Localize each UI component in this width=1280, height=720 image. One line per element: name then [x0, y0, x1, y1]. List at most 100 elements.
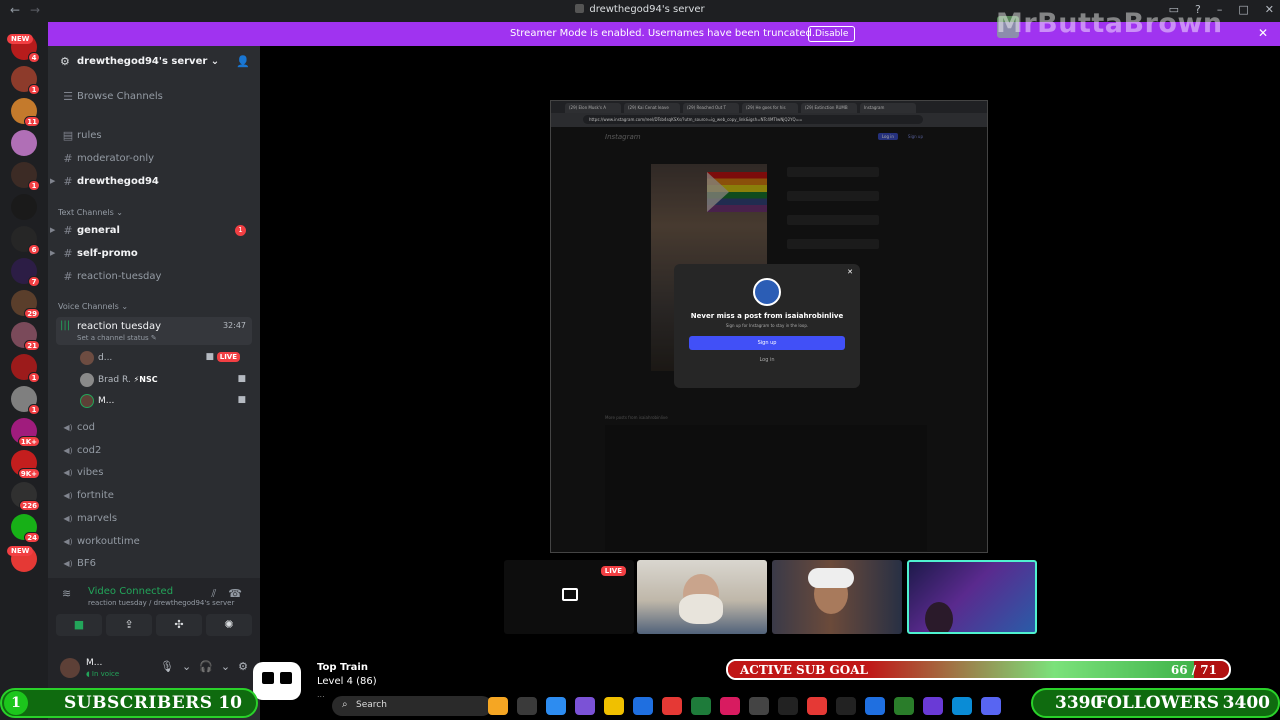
- chevron-down-icon[interactable]: ⌄: [221, 660, 230, 673]
- channel-label: moderator-only: [77, 153, 155, 164]
- server-icon[interactable]: NEW: [7, 546, 37, 572]
- server-icon[interactable]: [11, 194, 37, 220]
- text-channels-category[interactable]: Text Channels ⌄: [58, 208, 123, 217]
- voice-channel-item[interactable]: ◀) cod2: [56, 441, 252, 461]
- server-header[interactable]: ⚙ drewthegod94's server ⌄ 👤: [48, 46, 260, 78]
- taskbar-app-icon[interactable]: [517, 697, 537, 715]
- taskbar-app-icon[interactable]: [894, 697, 914, 715]
- screen: ← → drewthegod94's server ▭ ? – □ ✕ NEW 4…: [0, 0, 1280, 720]
- browser-tabs: (29) Elon Musk's A (29) Kai Cenat leave (2…: [551, 101, 987, 113]
- server-icon[interactable]: NEW 4: [7, 34, 40, 63]
- disable-streamer-mode-button[interactable]: Disable: [808, 26, 856, 42]
- top-train-icon: [253, 662, 301, 700]
- taskbar-app-icon[interactable]: [662, 697, 682, 715]
- channel-label: cod: [77, 422, 95, 433]
- browse-channels[interactable]: ☰ Browse Channels: [56, 87, 252, 107]
- soundboard-button[interactable]: ✺: [206, 614, 252, 636]
- server-icon[interactable]: 1: [11, 66, 40, 95]
- participant-tile[interactable]: [772, 560, 902, 634]
- participant-tile[interactable]: [637, 560, 767, 634]
- server-icon[interactable]: 7: [11, 258, 40, 287]
- mention-badge: 226: [19, 500, 40, 511]
- mention-badge: 24: [24, 532, 40, 543]
- server-icon[interactable]: 226: [11, 482, 40, 511]
- close-banner-icon[interactable]: ✕: [1258, 26, 1268, 40]
- stream-view[interactable]: (29) Elon Musk's A (29) Kai Cenat leave (2…: [550, 100, 988, 553]
- taskbar-app-icon[interactable]: [691, 697, 711, 715]
- voice-channel-item[interactable]: ◀) vibes: [56, 463, 252, 483]
- voice-member[interactable]: d... ■ LIVE: [80, 349, 252, 367]
- channel-label: cod2: [77, 444, 102, 456]
- server-settings-icon[interactable]: ⚙: [60, 55, 70, 68]
- taskbar-app-icon[interactable]: [575, 697, 595, 715]
- server-icon[interactable]: 1: [11, 354, 40, 383]
- browser-tab: (29) Reached Out T: [683, 103, 739, 113]
- voice-member[interactable]: M... ■: [80, 392, 252, 410]
- server-icon[interactable]: 1: [11, 386, 40, 415]
- disconnect-icon[interactable]: ☎: [228, 587, 242, 601]
- live-badge: LIVE: [216, 352, 240, 362]
- invite-icon[interactable]: 👤: [236, 55, 250, 68]
- taskbar-app-icon[interactable]: [952, 697, 972, 715]
- server-icon[interactable]: 6: [11, 226, 40, 255]
- voice-member[interactable]: Brad R. ⚡NSC ■: [80, 371, 252, 389]
- maximize-icon[interactable]: □: [1238, 3, 1248, 16]
- server-icon[interactable]: [11, 130, 37, 156]
- microphone-icon[interactable]: 🎙: [160, 660, 174, 673]
- noise-suppression-icon[interactable]: ⫽: [211, 587, 216, 601]
- taskbar-app-icon[interactable]: [749, 697, 769, 715]
- server-icon[interactable]: 24: [11, 514, 40, 543]
- channel-label: fortnite: [77, 490, 114, 502]
- chevron-down-icon[interactable]: ⌄: [182, 660, 191, 673]
- taskbar-app-icon[interactable]: [778, 697, 798, 715]
- taskbar-app-icon[interactable]: [488, 697, 508, 715]
- channel-item[interactable]: ▶ # self-promo: [50, 244, 252, 264]
- voice-channel-item[interactable]: ◀) workouttime: [56, 532, 252, 552]
- taskbar-app-icon[interactable]: [865, 697, 885, 715]
- connection-signal-icon[interactable]: ≋: [62, 587, 71, 600]
- close-window-icon[interactable]: ✕: [1265, 3, 1274, 16]
- taskbar-app-icon[interactable]: [546, 697, 566, 715]
- voice-channel-item[interactable]: ◀) cod: [56, 418, 252, 438]
- participant-tile-active[interactable]: [907, 560, 1037, 634]
- taskbar-app-icon[interactable]: [981, 697, 1001, 715]
- headphones-icon[interactable]: 🎧: [199, 660, 213, 673]
- channel-label: workouttime: [77, 535, 140, 547]
- channel-item[interactable]: # reaction-tuesday: [56, 267, 252, 287]
- user-panel: M... ◖ In voice 🎙 ⌄ 🎧 ⌄ ⚙: [48, 652, 260, 692]
- user-settings-icon[interactable]: ⚙: [238, 660, 248, 673]
- server-name[interactable]: drewthegod94's server ⌄: [77, 56, 219, 67]
- taskbar-app-icon[interactable]: [836, 697, 856, 715]
- voice-channel-item[interactable]: ◀) BF6: [56, 554, 252, 574]
- server-icon[interactable]: 1: [11, 162, 40, 191]
- server-icon[interactable]: 1K+: [11, 418, 40, 447]
- avatar: [753, 278, 781, 306]
- taskbar-app-icon[interactable]: [923, 697, 943, 715]
- server-icon[interactable]: 21: [11, 322, 40, 351]
- user-avatar[interactable]: [60, 658, 80, 678]
- activities-button[interactable]: ✣: [156, 614, 202, 636]
- voice-channel-item[interactable]: ◀) marvels: [56, 509, 252, 529]
- channel-item[interactable]: ▶ # general 1: [50, 221, 252, 241]
- server-icon[interactable]: 29: [11, 290, 40, 319]
- screen-share-button[interactable]: ⇪: [106, 614, 152, 636]
- server-icon[interactable]: 9K+: [11, 450, 40, 479]
- unread-badge: 1: [235, 225, 246, 236]
- browser-tab: (29) Kai Cenat leave: [624, 103, 680, 113]
- channel-item[interactable]: ▶ # drewthegod94: [50, 172, 252, 192]
- taskbar-app-icon[interactable]: [807, 697, 827, 715]
- channel-item[interactable]: ▤ rules: [56, 126, 252, 146]
- hash-icon: #: [63, 152, 73, 165]
- taskbar-app-icon[interactable]: [633, 697, 653, 715]
- voice-channel-item[interactable]: ◀) fortnite: [56, 486, 252, 506]
- voice-channel-active[interactable]: ||| reaction tuesday 32:47 Set a channel…: [56, 317, 252, 345]
- stream-tile[interactable]: LIVE: [504, 560, 634, 634]
- channel-item[interactable]: # moderator-only: [56, 149, 252, 169]
- taskbar-search[interactable]: ⌕ Search: [332, 696, 492, 716]
- camera-button[interactable]: ■: [56, 614, 102, 636]
- server-icon[interactable]: 11: [11, 98, 40, 127]
- taskbar-app-icon[interactable]: [720, 697, 740, 715]
- taskbar-app-icon[interactable]: [604, 697, 624, 715]
- channel-status[interactable]: Set a channel status ✎: [77, 334, 157, 342]
- voice-channels-category[interactable]: Voice Channels ⌄: [58, 302, 128, 311]
